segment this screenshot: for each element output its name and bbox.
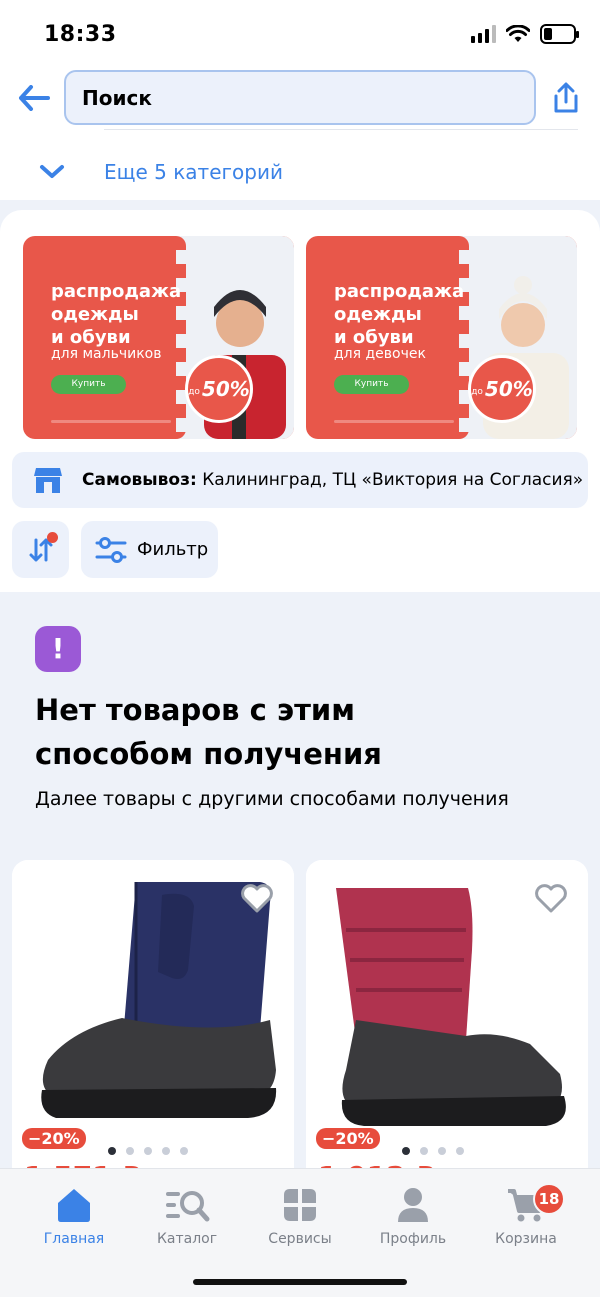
banner-title: распродажа одежды и обуви <box>334 281 465 348</box>
image-carousel-dots <box>402 1147 464 1155</box>
tab-catalog[interactable]: Каталог <box>132 1187 242 1247</box>
arrow-left-icon <box>19 85 50 111</box>
pickup-location: Калининград, ТЦ «Виктория на Согласия» <box>202 470 584 490</box>
services-grid-icon <box>284 1189 316 1221</box>
tab-services-label: Сервисы <box>268 1231 332 1247</box>
status-icons <box>471 24 579 44</box>
image-carousel-dots <box>108 1147 188 1155</box>
discount-badge: до 50% <box>185 355 253 423</box>
filter-sliders-icon <box>95 536 127 563</box>
banner-title: распродажа одежды и обуви <box>51 281 182 348</box>
exclamation-icon: ! <box>35 626 81 672</box>
tab-home-label: Главная <box>43 1231 105 1247</box>
tab-profile-label: Профиль <box>379 1231 447 1247</box>
chevron-down-icon <box>30 164 74 180</box>
favorite-heart-icon[interactable] <box>240 884 274 918</box>
banner-buy-button[interactable]: Купить <box>334 375 409 394</box>
tab-services[interactable]: Сервисы <box>245 1187 355 1247</box>
profile-icon <box>398 1188 428 1222</box>
product-card[interactable]: −20% 1 571 ₽ <box>12 860 294 1190</box>
bottom-tab-bar: Главная Каталог Сервисы Профиль 18 Корзи… <box>0 1168 600 1297</box>
store-icon <box>26 466 70 494</box>
status-bar: 18:33 <box>0 0 600 64</box>
sort-active-dot <box>47 532 58 543</box>
discount-badge: −20% <box>22 1128 86 1149</box>
share-button[interactable] <box>546 78 586 118</box>
more-categories-label: Еще 5 категорий <box>104 160 283 184</box>
tab-cart-label: Корзина <box>495 1231 557 1247</box>
filter-label: Фильтр <box>137 539 209 560</box>
wifi-icon <box>506 25 530 42</box>
discount-badge: до 50% <box>468 355 536 423</box>
search-input[interactable] <box>64 70 536 125</box>
divider <box>104 129 578 130</box>
notice-title: Нет товаров с этим способом получения <box>35 693 382 771</box>
notice-subtitle: Далее товары с другими способами получен… <box>35 788 509 810</box>
pickup-text: Самовывоз: Калининград, ТЦ «Виктория на … <box>82 470 583 490</box>
promo-banner-boys[interactable]: распродажа одежды и обуви для мальчиков Ку… <box>23 236 294 439</box>
banner-fine-print <box>334 420 454 423</box>
back-button[interactable] <box>14 78 54 118</box>
filter-button[interactable]: Фильтр <box>81 521 218 578</box>
banner-audience: для девочек <box>334 346 426 362</box>
search-header <box>0 64 600 130</box>
more-categories-button[interactable]: Еще 5 категорий <box>30 150 283 194</box>
home-icon <box>58 1189 90 1222</box>
battery-icon <box>540 24 579 44</box>
share-icon <box>554 82 578 113</box>
pickup-label: Самовывоз: <box>82 470 197 490</box>
promo-banner-girls[interactable]: распродажа одежды и обуви для девочек Купи… <box>306 236 577 439</box>
pickup-location-bar[interactable]: Самовывоз: Калининград, ТЦ «Виктория на … <box>12 452 588 508</box>
status-time: 18:33 <box>44 22 117 47</box>
cart-count-badge: 18 <box>533 1183 565 1215</box>
tab-profile[interactable]: Профиль <box>358 1187 468 1247</box>
banner-fine-print <box>51 420 171 423</box>
banner-buy-button[interactable]: Купить <box>51 375 126 394</box>
sort-button[interactable] <box>12 521 69 578</box>
tab-home[interactable]: Главная <box>19 1187 129 1247</box>
favorite-heart-icon[interactable] <box>534 884 568 918</box>
discount-badge: −20% <box>316 1128 380 1149</box>
catalog-search-icon <box>166 1191 210 1222</box>
cellular-signal-icon <box>471 25 496 43</box>
product-card[interactable]: −20% 1 912 ₽ <box>306 860 588 1190</box>
tab-cart[interactable]: 18 Корзина <box>471 1183 581 1247</box>
tab-catalog-label: Каталог <box>156 1231 218 1247</box>
banner-audience: для мальчиков <box>51 346 162 362</box>
home-indicator <box>193 1279 407 1285</box>
